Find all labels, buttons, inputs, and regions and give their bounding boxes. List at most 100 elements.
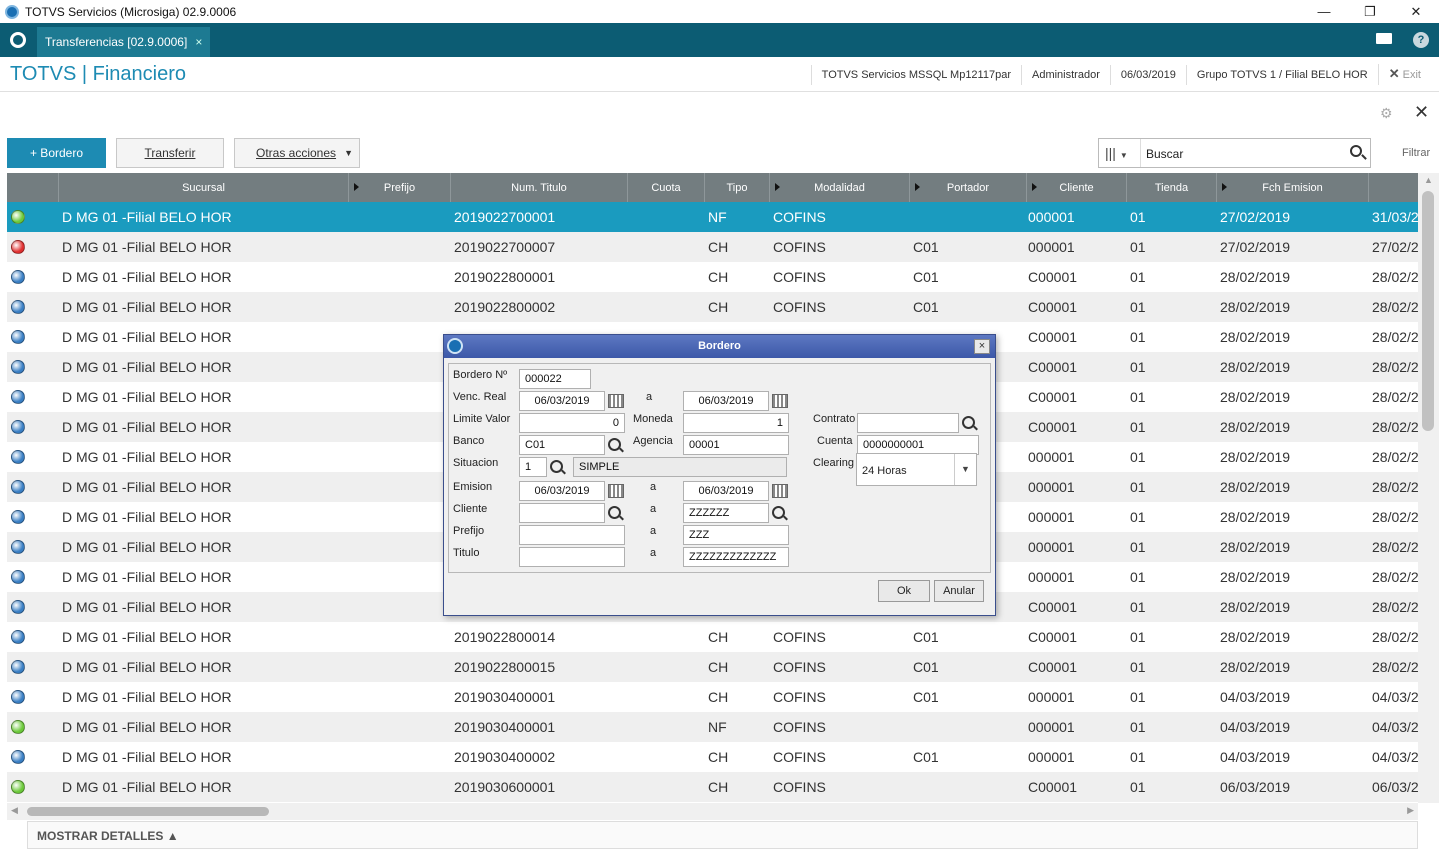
maximize-button[interactable]: ❐ [1347, 0, 1393, 23]
col-tipo[interactable]: Tipo [705, 173, 770, 202]
cell-tipo: CH [708, 239, 729, 255]
calendar-icon[interactable] [772, 394, 788, 408]
cell-tienda: 01 [1130, 419, 1146, 435]
transferir-button[interactable]: Transferir [116, 138, 224, 168]
clearing-select[interactable]: 24 Horas ▼ [856, 453, 977, 486]
contrato-lookup-icon[interactable] [962, 416, 975, 429]
table-row[interactable]: D MG 01 -Filial BELO HOR 2019022700007 CH C… [7, 232, 1418, 262]
cell-num: 2019022700001 [454, 209, 556, 225]
scroll-left-icon[interactable]: ◀ [11, 805, 18, 816]
cell-portador: C01 [913, 659, 939, 675]
calendar-icon[interactable] [772, 484, 788, 498]
moneda-field[interactable]: 1 [683, 413, 789, 433]
agencia-field[interactable]: 00001 [683, 435, 789, 455]
cell-num: 2019022800002 [454, 299, 556, 315]
close-window-button[interactable]: ✕ [1393, 0, 1439, 23]
cell-cliente: C00001 [1028, 419, 1078, 435]
cliente-from-field[interactable] [519, 503, 605, 523]
cell-num: 2019022800001 [454, 269, 556, 285]
limite-valor-field[interactable]: 0 [519, 413, 625, 433]
tab-transferencias[interactable]: Transferencias [02.9.0006] × [37, 27, 211, 57]
emision-from-field[interactable]: 06/03/2019 [519, 481, 605, 501]
col-cuota[interactable]: Cuota [628, 173, 705, 202]
titulo-from-field[interactable] [519, 547, 625, 567]
prefijo-from-field[interactable] [519, 525, 625, 545]
cliente-to-field[interactable]: ZZZZZZ [683, 503, 769, 523]
table-row[interactable]: D MG 01 -Filial BELO HOR 2019022800001 CH C… [7, 262, 1418, 292]
vertical-scrollbar[interactable]: ▲ [1418, 173, 1439, 803]
help-icon[interactable]: ? [1413, 32, 1429, 48]
cell-tienda: 01 [1130, 749, 1146, 765]
cliente-to-lookup-icon[interactable] [772, 506, 785, 519]
venc-from-field[interactable]: 06/03/2019 [519, 391, 605, 411]
exit-label: Exit [1402, 69, 1421, 81]
prefijo-to-field[interactable]: ZZZ [683, 525, 789, 545]
banco-field[interactable]: C01 [519, 435, 605, 455]
bordero-number-field[interactable]: 000022 [519, 369, 591, 389]
filtrar-link[interactable]: Filtrar [1402, 147, 1430, 159]
col-sucursal[interactable]: Sucursal [59, 173, 349, 202]
table-row[interactable]: D MG 01 -Filial BELO HOR 2019030400001 CH C… [7, 682, 1418, 712]
table-row[interactable]: D MG 01 -Filial BELO HOR 2019022800014 CH C… [7, 622, 1418, 652]
details-footer[interactable]: MOSTRAR DETALLES ▲ [27, 821, 1418, 849]
dialog-close-button[interactable]: × [974, 339, 990, 354]
vertical-scroll-thumb[interactable] [1422, 191, 1434, 431]
ok-button[interactable]: Ok [878, 580, 930, 602]
venc-to-field[interactable]: 06/03/2019 [683, 391, 769, 411]
cell-cliente: 000001 [1028, 689, 1075, 705]
col-prefijo[interactable]: Prefijo [349, 173, 451, 202]
anular-button[interactable]: Anular [934, 580, 984, 602]
cell-extra: 28/02/2 [1372, 479, 1418, 495]
close-icon[interactable]: ✕ [1414, 102, 1429, 123]
cell-emision: 28/02/2019 [1220, 449, 1291, 465]
situacion-lookup-icon[interactable] [550, 460, 563, 473]
columns-icon[interactable]: ||| ▼ [1099, 139, 1141, 167]
mail-icon[interactable] [1376, 33, 1392, 44]
calendar-icon[interactable] [608, 394, 624, 408]
col-cliente[interactable]: Cliente [1027, 173, 1127, 202]
table-row[interactable]: D MG 01 -Filial BELO HOR 2019030400001 NF C… [7, 712, 1418, 742]
calendar-icon[interactable] [608, 484, 624, 498]
col-fch-emision[interactable]: Fch Emision [1217, 173, 1369, 202]
table-row[interactable]: D MG 01 -Filial BELO HOR 2019022700001 NF C… [7, 202, 1418, 232]
contrato-field[interactable] [857, 413, 959, 433]
scroll-up-icon[interactable]: ▲ [1419, 175, 1438, 187]
cuenta-field[interactable]: 0000000001 [857, 435, 979, 455]
totvs-logo-icon[interactable] [10, 32, 26, 48]
table-row[interactable]: D MG 01 -Filial BELO HOR 2019030400002 CH C… [7, 742, 1418, 772]
search-icon[interactable] [1350, 145, 1362, 157]
mostrar-detalles-toggle[interactable]: MOSTRAR DETALLES ▲ [37, 829, 179, 843]
window-title: TOTVS Servicios (Microsiga) 02.9.0006 [25, 4, 237, 19]
gear-icon[interactable]: ⚙ [1380, 105, 1393, 122]
emision-label: Emision [453, 481, 493, 493]
emision-to-field[interactable]: 06/03/2019 [683, 481, 769, 501]
col-num-titulo[interactable]: Num. Titulo [451, 173, 628, 202]
col-modalidad[interactable]: Modalidad [770, 173, 910, 202]
cell-tienda: 01 [1130, 509, 1146, 525]
search-box[interactable]: ||| ▼ Buscar [1098, 138, 1371, 168]
table-row[interactable]: D MG 01 -Filial BELO HOR 2019030600001 CH C… [7, 772, 1418, 802]
minimize-button[interactable]: — [1301, 0, 1347, 23]
horizontal-scrollbar[interactable]: ◀ ▶ [7, 803, 1418, 820]
table-row[interactable]: D MG 01 -Filial BELO HOR 2019022800015 CH C… [7, 652, 1418, 682]
col-portador[interactable]: Portador [910, 173, 1027, 202]
cliente-from-lookup-icon[interactable] [608, 506, 621, 519]
otras-acciones-button[interactable]: Otras acciones ▼ [234, 138, 360, 168]
table-row[interactable]: D MG 01 -Filial BELO HOR 2019022800002 CH C… [7, 292, 1418, 322]
horizontal-scroll-thumb[interactable] [27, 807, 269, 816]
chevron-down-icon[interactable]: ▼ [954, 454, 976, 485]
search-input[interactable]: Buscar [1146, 147, 1183, 161]
tab-close-icon[interactable]: × [195, 35, 202, 49]
col-tienda[interactable]: Tienda [1127, 173, 1217, 202]
dialog-app-icon [447, 338, 463, 354]
scroll-right-icon[interactable]: ▶ [1407, 805, 1414, 816]
banco-lookup-icon[interactable] [608, 438, 621, 451]
cell-sucursal: D MG 01 -Filial BELO HOR [62, 449, 232, 465]
situacion-code-field[interactable]: 1 [519, 457, 547, 477]
cell-sucursal: D MG 01 -Filial BELO HOR [62, 269, 232, 285]
add-bordero-button[interactable]: + Bordero [7, 138, 106, 168]
cell-tipo: NF [708, 719, 727, 735]
exit-button[interactable]: ✕ Exit [1377, 64, 1431, 85]
col-extra[interactable] [1369, 173, 1418, 202]
titulo-to-field[interactable]: ZZZZZZZZZZZZZ [683, 547, 789, 567]
